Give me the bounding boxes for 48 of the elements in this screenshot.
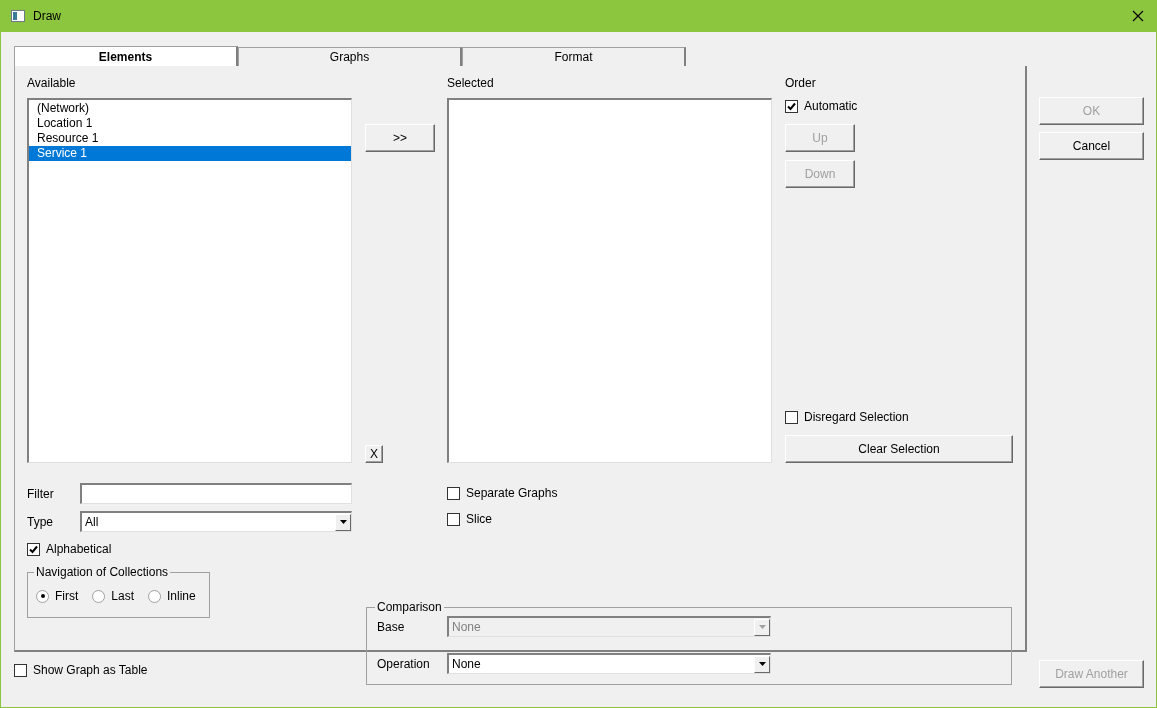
list-item[interactable]: (Network)	[29, 101, 351, 116]
selected-label: Selected	[447, 76, 495, 92]
list-item[interactable]: Location 1	[29, 116, 351, 131]
checkbox-label: Alphabetical	[46, 542, 112, 556]
checkbox-label: Show Graph as Table	[33, 663, 148, 677]
filter-field[interactable]	[80, 483, 352, 504]
checkbox[interactable]	[14, 663, 27, 677]
list-item[interactable]: Resource 1	[29, 131, 351, 146]
tab[interactable]: Graphs	[238, 47, 462, 66]
radio-label: First	[55, 589, 79, 603]
available-label: Available	[27, 76, 77, 92]
dialog-button[interactable]: Cancel	[1039, 132, 1144, 160]
group-title: Comparison	[376, 600, 443, 614]
radio-label: Last	[111, 589, 134, 603]
filter-label: Filter	[27, 486, 55, 501]
checkbox-label: Disregard Selection	[804, 410, 909, 424]
radio-button[interactable]	[92, 589, 106, 603]
checkbox-label: Slice	[466, 512, 492, 526]
checkbox[interactable]	[785, 410, 798, 424]
checkbox-label: Separate Graphs	[466, 486, 558, 500]
radio-button[interactable]	[148, 589, 161, 603]
checkbox[interactable]	[447, 512, 460, 526]
tab[interactable]: Format	[462, 47, 686, 66]
caret-icon	[758, 625, 766, 629]
group-title: Navigation of Collections	[35, 565, 170, 579]
checkbox-label: Automatic	[804, 99, 858, 113]
type-label: Type	[27, 514, 54, 529]
available-list[interactable]: (Network) Location 1 Resource 1 Service 1	[27, 98, 352, 463]
list-item[interactable]: Service 1	[29, 146, 351, 161]
clear-selection-button[interactable]: Clear Selection	[785, 435, 1013, 463]
window-title: Draw	[33, 9, 62, 23]
checkbox[interactable]	[27, 542, 40, 556]
checkbox[interactable]	[447, 486, 460, 500]
window-icon	[11, 10, 25, 22]
type-dropdown[interactable]: All	[80, 511, 352, 532]
close-icon[interactable]	[1132, 10, 1144, 22]
operation-dropdown[interactable]: None	[447, 653, 771, 674]
base-label: Base	[377, 619, 406, 634]
caret-icon	[339, 520, 347, 524]
operation-label: Operation	[377, 656, 431, 671]
checkbox[interactable]	[785, 99, 798, 113]
tab[interactable]: Elements	[14, 46, 238, 66]
radio-button[interactable]	[36, 589, 49, 603]
remove-button[interactable]: X	[365, 445, 383, 463]
add-button[interactable]: >>	[365, 124, 435, 152]
radio-label: Inline	[167, 589, 196, 603]
order-label: Order	[785, 76, 817, 92]
caret-icon	[758, 662, 766, 666]
